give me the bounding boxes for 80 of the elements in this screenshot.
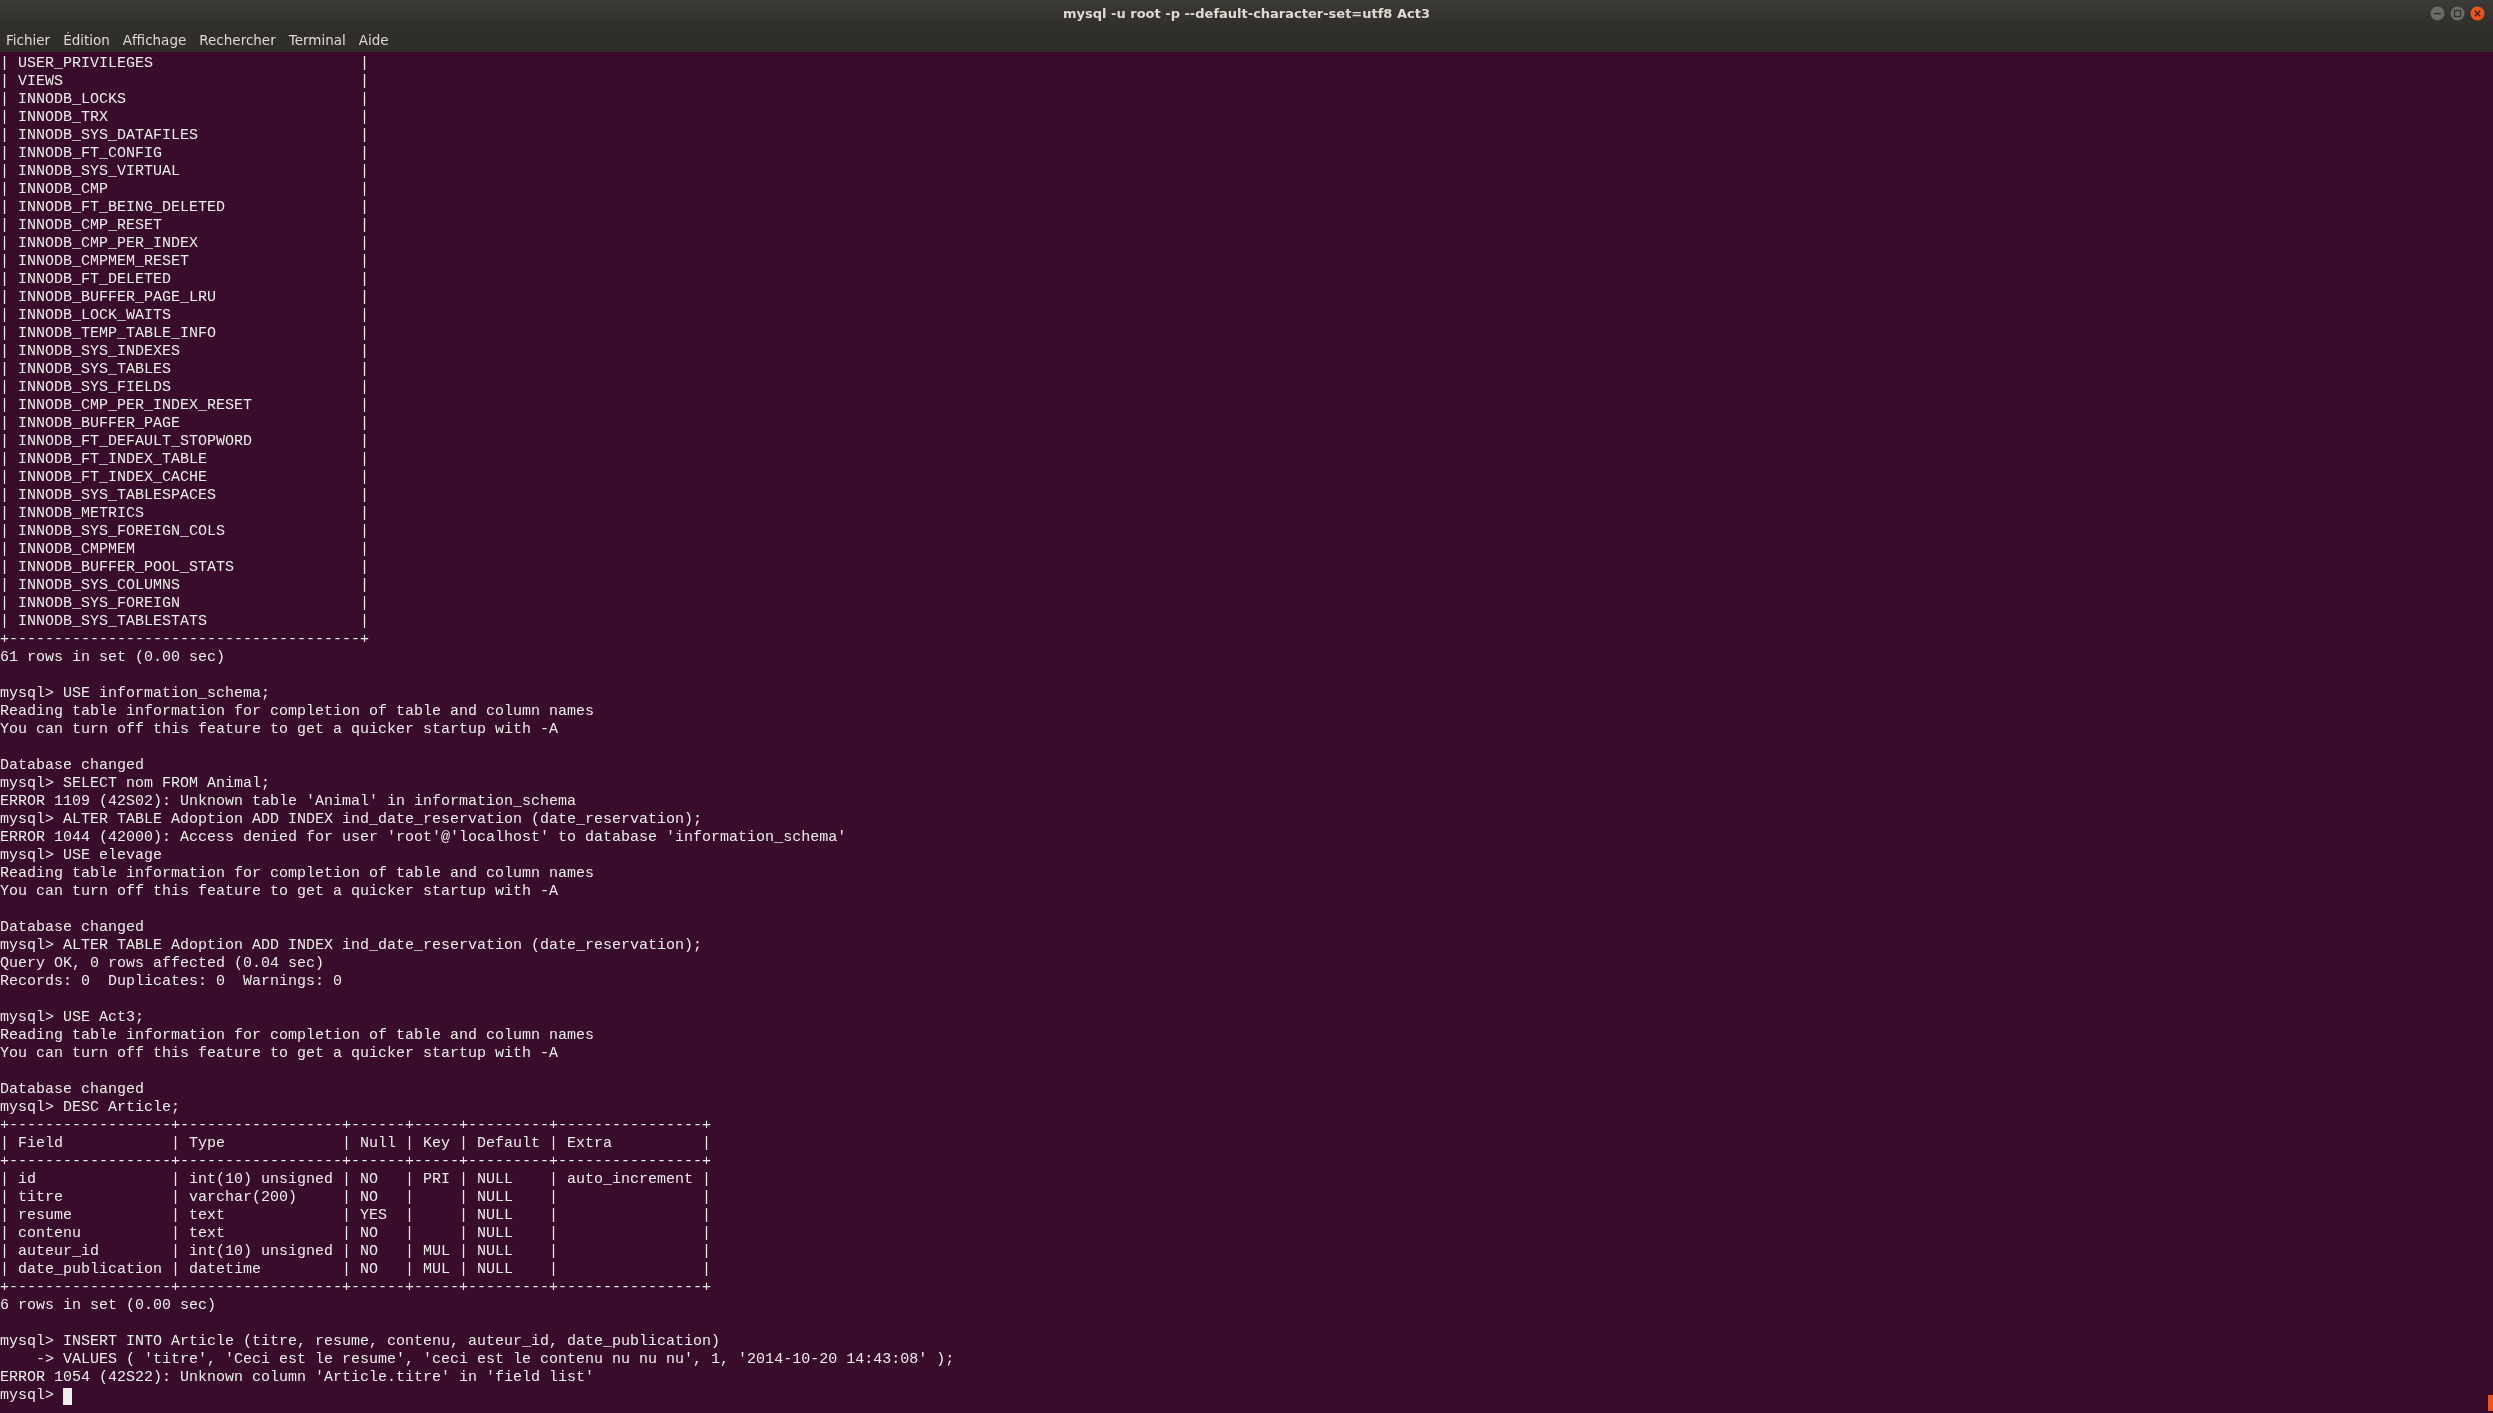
terminal-line: | auteur_id | int(10) unsigned | NO | MUL | NULL | | — [0, 1243, 712, 1261]
terminal-line: | INNODB_LOCK_WAITS | — [0, 307, 370, 325]
terminal-line: mysql> ALTER TABLE Adoption ADD INDEX ind_date_reservation (date_reservation); — [0, 811, 703, 829]
terminal-line: Database changed — [0, 757, 145, 775]
terminal-line: ERROR 1054 (42S22): Unknown column 'Article.titre' in 'field list' — [0, 1369, 595, 1387]
terminal-line: | INNODB_CMPMEM | — [0, 541, 370, 559]
terminal-line: | INNODB_LOCKS | — [0, 91, 370, 109]
terminal-line: | INNODB_FT_DEFAULT_STOPWORD | — [0, 433, 370, 451]
window-title: mysql -u root -p --default-character-set=utf8 Act3 — [1063, 6, 1430, 21]
terminal-line: +------------------+------------------+------+-----+---------+----------------+ — [0, 1117, 712, 1135]
terminal-line: | INNODB_CMP_PER_INDEX | — [0, 235, 370, 253]
terminal-line: | INNODB_SYS_TABLESTATS | — [0, 613, 370, 631]
terminal-line: | INNODB_TRX | — [0, 109, 370, 127]
terminal-line: You can turn off this feature to get a quicker startup with -A — [0, 883, 559, 901]
terminal-line: | INNODB_SYS_TABLESPACES | — [0, 487, 370, 505]
terminal-line: | USER_PRIVILEGES | — [0, 55, 370, 73]
terminal-line: | INNODB_SYS_COLUMNS | — [0, 577, 370, 595]
terminal-line: | INNODB_FT_DELETED | — [0, 271, 370, 289]
close-icon[interactable] — [2470, 6, 2485, 21]
terminal-line: | VIEWS | — [0, 73, 370, 91]
terminal-line: 6 rows in set (0.00 sec) — [0, 1297, 217, 1315]
terminal-line: Reading table information for completion of table and column names — [0, 865, 595, 883]
terminal-line: mysql> — [0, 1387, 54, 1405]
terminal-line: Reading table information for completion of table and column names — [0, 703, 595, 721]
terminal-line: | INNODB_CMP_PER_INDEX_RESET | — [0, 397, 370, 415]
terminal-line: | INNODB_FT_INDEX_TABLE | — [0, 451, 370, 469]
terminal-line: mysql> USE elevage — [0, 847, 163, 865]
menu-item[interactable]: Affichage — [122, 31, 187, 48]
terminal-line: | INNODB_FT_INDEX_CACHE | — [0, 469, 370, 487]
terminal-line: | INNODB_SYS_FOREIGN_COLS | — [0, 523, 370, 541]
terminal-line: mysql> ALTER TABLE Adoption ADD INDEX ind_date_reservation (date_reservation); — [0, 937, 703, 955]
terminal-line: You can turn off this feature to get a quicker startup with -A — [0, 1045, 559, 1063]
minimize-icon[interactable] — [2430, 6, 2445, 21]
terminal-line: mysql> DESC Article; — [0, 1099, 181, 1117]
terminal-line: | id | int(10) unsigned | NO | PRI | NULL | auto_increment | — [0, 1171, 712, 1189]
terminal-line: +------------------+------------------+------+-----+---------+----------------+ — [0, 1153, 712, 1171]
terminal-line: | INNODB_SYS_FIELDS | — [0, 379, 370, 397]
menu-item[interactable]: Aide — [358, 31, 389, 48]
terminal-line: ERROR 1109 (42S02): Unknown table 'Animal' in information_schema — [0, 793, 577, 811]
terminal-line: | INNODB_BUFFER_PAGE | — [0, 415, 370, 433]
terminal-line: -> VALUES ( 'titre', 'Ceci est le resume', 'ceci est le contenu nu nu nu', 1, '2014-10-20 14:43:08' ); — [35, 1351, 955, 1369]
terminal-line: mysql> USE information_schema; — [0, 685, 271, 703]
terminal-line: | contenu | text | NO | | NULL | | — [0, 1225, 712, 1243]
terminal-line: | INNODB_BUFFER_PAGE_LRU | — [0, 289, 370, 307]
terminal-line: | INNODB_CMP | — [0, 181, 370, 199]
terminal-line: Database changed — [0, 1081, 145, 1099]
terminal-line: | titre | varchar(200) | NO | | NULL | | — [0, 1189, 712, 1207]
terminal-line: | INNODB_FT_BEING_DELETED | — [0, 199, 370, 217]
terminal-line: Query OK, 0 rows affected (0.04 sec) — [0, 955, 325, 973]
terminal-line: | resume | text | YES | | NULL | | — [0, 1207, 712, 1225]
terminal-line: | INNODB_SYS_INDEXES | — [0, 343, 370, 361]
menu-item[interactable]: Édition — [63, 31, 110, 48]
scrollbar-thumb[interactable] — [2488, 1395, 2493, 1411]
terminal-line: | INNODB_FT_CONFIG | — [0, 145, 370, 163]
terminal-line: | INNODB_CMP_RESET | — [0, 217, 370, 235]
terminal-line: | INNODB_METRICS | — [0, 505, 370, 523]
terminal-line: | Field | Type | Null | Key | Default | Extra | — [0, 1135, 712, 1153]
terminal-line: | INNODB_TEMP_TABLE_INFO | — [0, 325, 370, 343]
menu-item[interactable]: Terminal — [288, 31, 346, 48]
terminal-line: | INNODB_SYS_TABLES | — [0, 361, 370, 379]
terminal-line: Database changed — [0, 919, 145, 937]
terminal-line: mysql> USE Act3; — [0, 1009, 145, 1027]
terminal-line: | INNODB_SYS_FOREIGN | — [0, 595, 370, 613]
terminal-line: | INNODB_CMPMEM_RESET | — [0, 253, 370, 271]
terminal-line: ERROR 1044 (42000): Access denied for user 'root'@'localhost' to database 'information_schema' — [0, 829, 847, 847]
maximize-icon[interactable] — [2450, 6, 2465, 21]
terminal-line: | INNODB_SYS_DATAFILES | — [0, 127, 370, 145]
terminal-line: | INNODB_BUFFER_POOL_STATS | — [0, 559, 370, 577]
terminal-line: +------------------+------------------+------+-----+---------+----------------+ — [0, 1279, 712, 1297]
terminal-line: | INNODB_SYS_VIRTUAL | — [0, 163, 370, 181]
terminal-line: You can turn off this feature to get a quicker startup with -A — [0, 721, 559, 739]
menu-item[interactable]: Fichier — [6, 31, 51, 48]
terminal-line: mysql> INSERT INTO Article (titre, resume, contenu, auteur_id, date_publication) — [0, 1333, 721, 1351]
terminal-line: | date_publication | datetime | NO | MUL | NULL | | — [0, 1261, 712, 1279]
terminal-line: Records: 0 Duplicates: 0 Warnings: 0 — [0, 973, 343, 991]
terminal-line: 61 rows in set (0.00 sec) — [0, 649, 226, 667]
menu-item[interactable]: Rechercher — [199, 31, 276, 48]
terminal-line: +---------------------------------------+ — [0, 631, 370, 649]
terminal-line: Reading table information for completion of table and column names — [0, 1027, 595, 1045]
terminal-line: mysql> SELECT nom FROM Animal; — [0, 775, 271, 793]
